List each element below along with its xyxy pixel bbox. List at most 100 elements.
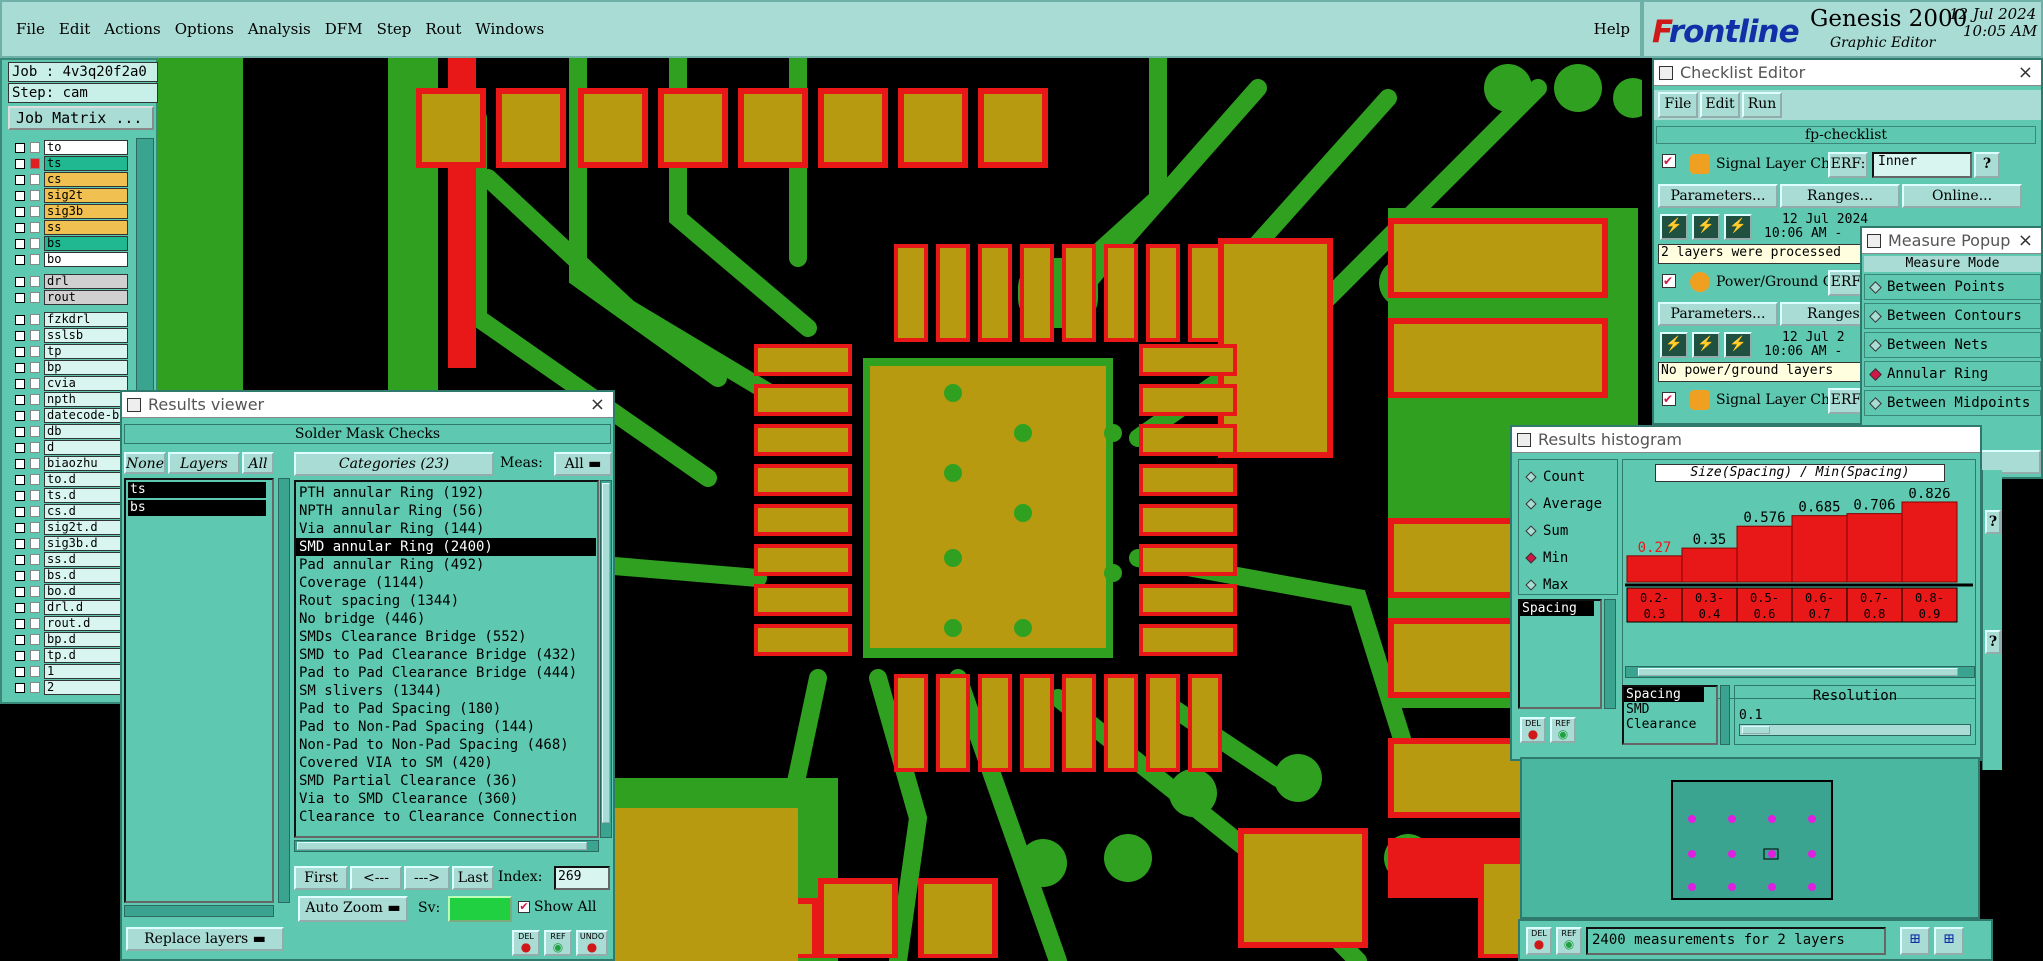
run-icon[interactable]: ⚡ bbox=[1692, 332, 1720, 358]
layer-name[interactable]: bo.d bbox=[44, 584, 128, 599]
layer-checkbox[interactable] bbox=[15, 207, 25, 217]
layer-color-swatch[interactable] bbox=[30, 506, 40, 517]
layer-color-swatch[interactable] bbox=[30, 522, 40, 533]
measure-type-item[interactable]: SMD bbox=[1624, 702, 1716, 717]
menu-actions[interactable]: Actions bbox=[104, 20, 160, 38]
category-item[interactable]: Non-Pad to Non-Pad Spacing (468) bbox=[296, 736, 596, 754]
chip-pin[interactable] bbox=[758, 508, 848, 532]
chip-pin[interactable] bbox=[1143, 428, 1233, 452]
layer-row[interactable]: rout bbox=[10, 290, 130, 305]
ranges-button[interactable]: Ranges... bbox=[1780, 184, 1900, 208]
layer-row[interactable]: drl bbox=[10, 274, 130, 289]
layer-color-swatch[interactable] bbox=[30, 570, 40, 581]
help-button[interactable]: ? bbox=[1985, 630, 2001, 654]
layer-row[interactable]: cs bbox=[10, 172, 130, 187]
layer-name[interactable]: bp.d bbox=[44, 632, 128, 647]
layer-name[interactable]: tp bbox=[44, 344, 128, 359]
measure-mode-option[interactable]: Between Midpoints bbox=[1864, 390, 2041, 416]
parameters-button[interactable]: Parameters... bbox=[1658, 302, 1778, 326]
refresh-button[interactable]: REF ◉ bbox=[1550, 717, 1576, 743]
chart-hscrollbar[interactable] bbox=[1625, 666, 1975, 678]
layer-color-swatch[interactable] bbox=[30, 174, 40, 185]
layer-checkbox[interactable] bbox=[15, 331, 25, 341]
parameters-button[interactable]: Parameters... bbox=[1658, 184, 1778, 208]
all-button[interactable]: All bbox=[242, 452, 274, 474]
none-button[interactable]: None bbox=[124, 452, 166, 474]
layer-color-swatch[interactable] bbox=[30, 554, 40, 565]
category-item[interactable]: Pad to Non-Pad Spacing (144) bbox=[296, 718, 596, 736]
category-item[interactable]: SMDs Clearance Bridge (552) bbox=[296, 628, 596, 646]
histogram-list-item[interactable]: Spacing bbox=[1520, 601, 1594, 616]
layer-row[interactable]: to bbox=[10, 140, 130, 155]
histogram-bar[interactable] bbox=[1791, 515, 1848, 583]
layer-checkbox[interactable] bbox=[15, 159, 25, 169]
layer-color-swatch[interactable] bbox=[30, 586, 40, 597]
layer-row[interactable]: bs bbox=[10, 236, 130, 251]
chip-pin[interactable] bbox=[940, 248, 966, 338]
board-thumbnail[interactable] bbox=[1522, 759, 1982, 921]
chip-pin[interactable] bbox=[1108, 678, 1134, 768]
chip-pin[interactable] bbox=[982, 248, 1008, 338]
layer-name[interactable]: d bbox=[44, 440, 128, 455]
layer-row[interactable]: ss.d bbox=[10, 552, 130, 567]
first-button[interactable]: First bbox=[294, 866, 348, 890]
sv-color-select[interactable] bbox=[448, 896, 512, 922]
layer-name[interactable]: biaozhu bbox=[44, 456, 128, 471]
help-button[interactable]: ? bbox=[1974, 152, 2000, 178]
layer-name[interactable]: bo bbox=[44, 252, 128, 267]
chip-pin[interactable] bbox=[982, 678, 1008, 768]
close-icon[interactable]: × bbox=[2018, 60, 2033, 85]
layer-row[interactable]: sig3b bbox=[10, 204, 130, 219]
run-icon[interactable]: ⚡ bbox=[1724, 214, 1752, 240]
layer-color-swatch[interactable] bbox=[30, 394, 40, 405]
results-viewer-titlebar[interactable]: Results viewer × bbox=[122, 392, 613, 418]
layer-row[interactable]: npth bbox=[10, 392, 130, 407]
action-enable-checkbox[interactable]: ✔ bbox=[1662, 274, 1676, 288]
histogram-bar[interactable] bbox=[1681, 547, 1738, 583]
layer-checkbox[interactable] bbox=[15, 651, 25, 661]
online-button[interactable]: Online... bbox=[1902, 184, 2022, 208]
category-item[interactable]: No bridge (446) bbox=[296, 610, 596, 628]
layer-row[interactable]: ss bbox=[10, 220, 130, 235]
measure-mode-option[interactable]: Annular Ring bbox=[1864, 361, 2041, 387]
layer-checkbox[interactable] bbox=[15, 459, 25, 469]
layer-checkbox[interactable] bbox=[15, 347, 25, 357]
category-item[interactable]: Rout spacing (1344) bbox=[296, 592, 596, 610]
layer-row[interactable]: sig3b.d bbox=[10, 536, 130, 551]
category-item[interactable]: Pad to Pad Clearance Bridge (444) bbox=[296, 664, 596, 682]
layer-name[interactable]: drl bbox=[44, 274, 128, 289]
layer-color-swatch[interactable] bbox=[30, 490, 40, 501]
scroll-thumb[interactable] bbox=[1638, 668, 1958, 676]
last-button[interactable]: Last bbox=[452, 866, 494, 890]
chip-pin[interactable] bbox=[1192, 678, 1218, 768]
categories-scrollbar[interactable] bbox=[600, 480, 612, 838]
layer-color-swatch[interactable] bbox=[30, 330, 40, 341]
layer-checkbox[interactable] bbox=[15, 491, 25, 501]
histogram-titlebar[interactable]: Results histogram bbox=[1512, 427, 1980, 453]
category-item[interactable]: Coverage (1144) bbox=[296, 574, 596, 592]
layer-name[interactable]: ts bbox=[44, 156, 128, 171]
layer-row[interactable]: rout.d bbox=[10, 616, 130, 631]
layer-row[interactable]: bp bbox=[10, 360, 130, 375]
chip-pin[interactable] bbox=[1143, 508, 1233, 532]
layer-color-swatch[interactable] bbox=[30, 458, 40, 469]
layer-row[interactable]: to.d bbox=[10, 472, 130, 487]
layer-color-swatch[interactable] bbox=[30, 292, 40, 303]
layer-checkbox[interactable] bbox=[15, 427, 25, 437]
category-item[interactable]: Pad to Pad Spacing (180) bbox=[296, 700, 596, 718]
menu-file[interactable]: File bbox=[16, 20, 45, 38]
chip-pin[interactable] bbox=[758, 388, 848, 412]
help-button[interactable]: ? bbox=[1985, 510, 2001, 534]
histogram-bar[interactable] bbox=[1626, 555, 1683, 583]
scroll-thumb[interactable] bbox=[297, 842, 587, 850]
chip-pin[interactable] bbox=[758, 468, 848, 492]
chip-pin[interactable] bbox=[1143, 548, 1233, 572]
layer-color-swatch[interactable] bbox=[30, 142, 40, 153]
categories-hscrollbar[interactable] bbox=[294, 840, 599, 852]
layer-name[interactable]: ss bbox=[44, 220, 128, 235]
auto-zoom-menu[interactable]: Auto Zoom ▬ bbox=[298, 896, 408, 922]
delete-button[interactable]: DEL ● bbox=[512, 930, 540, 956]
layer-checkbox[interactable] bbox=[15, 683, 25, 693]
layer-row[interactable]: ts bbox=[10, 156, 130, 171]
measure-mode-option[interactable]: Between Contours bbox=[1864, 303, 2041, 329]
